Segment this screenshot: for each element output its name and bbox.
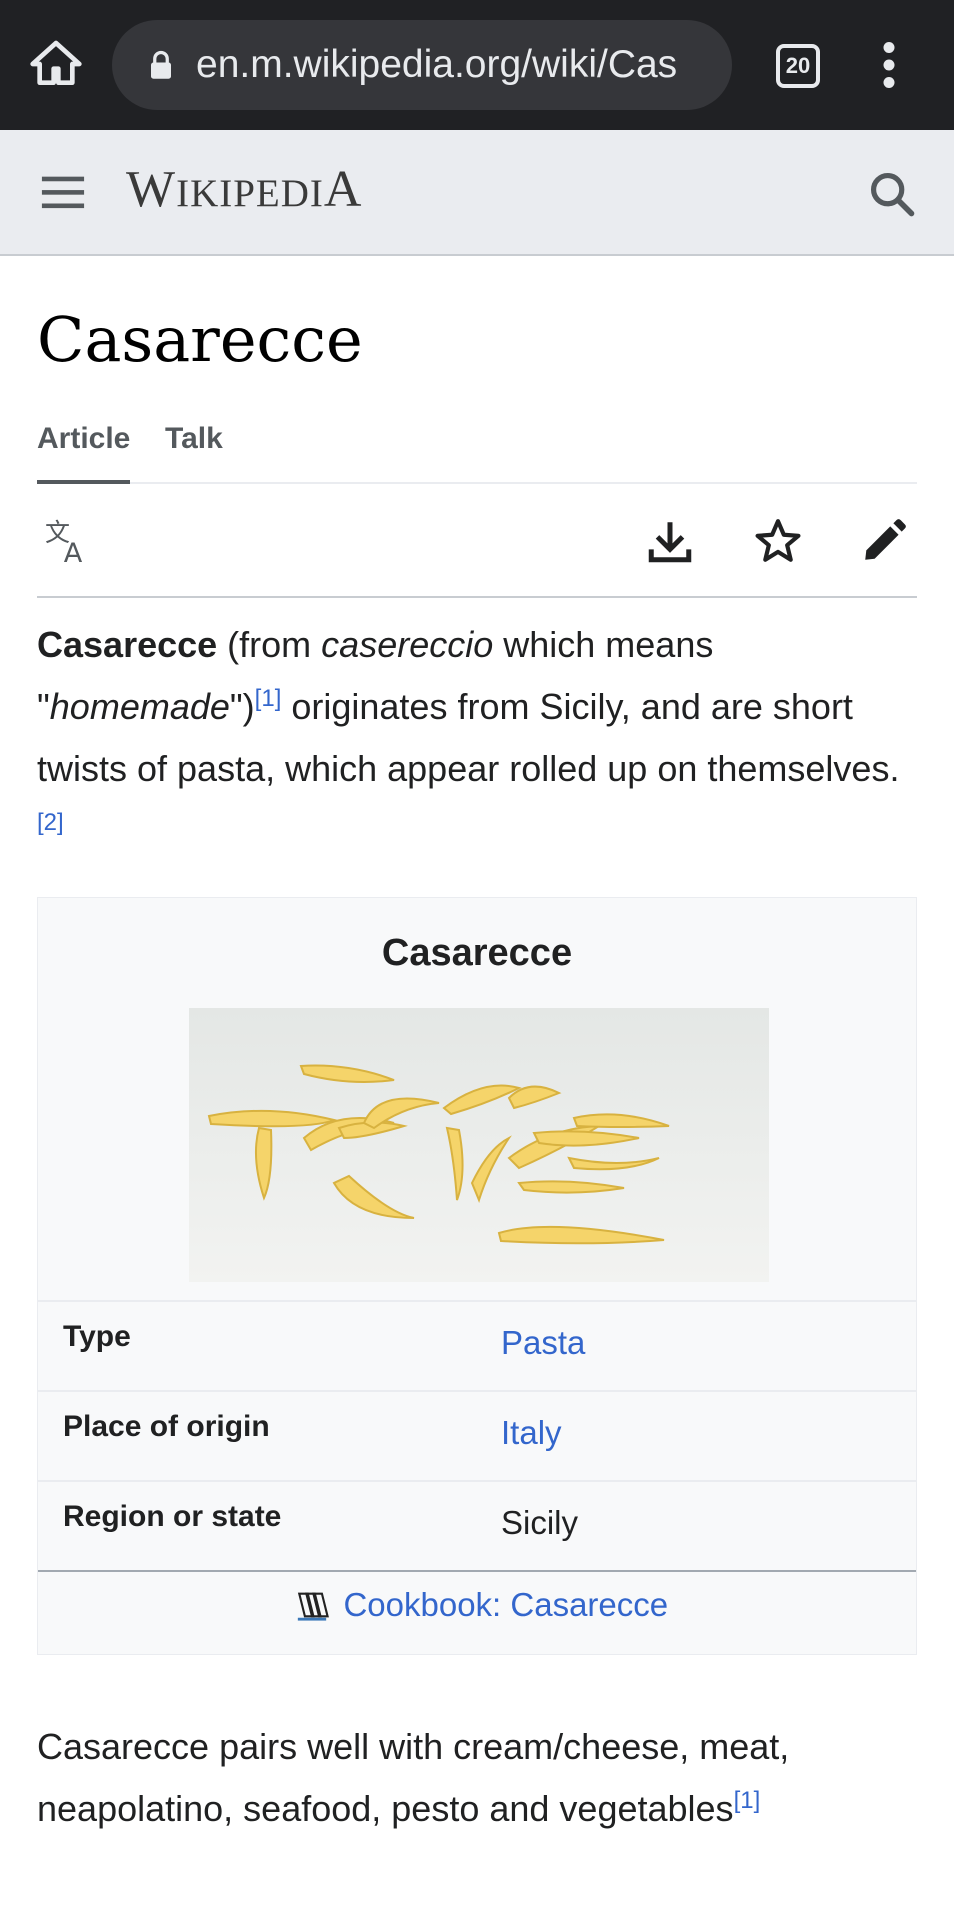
home-icon[interactable] <box>28 36 84 92</box>
address-bar[interactable]: en.m.wikipedia.org/wiki/Cas <box>112 20 732 110</box>
download-icon[interactable] <box>645 516 695 566</box>
paragraph-text: Casarecce pairs well with cream/cheese, … <box>37 1726 790 1829</box>
browser-toolbar: en.m.wikipedia.org/wiki/Cas 20 <box>0 0 954 130</box>
hamburger-icon[interactable] <box>40 172 86 212</box>
wikipedia-wordmark[interactable]: WIKIPEDIA <box>126 160 362 220</box>
casarecce-pasta-image[interactable] <box>189 1008 769 1282</box>
infobox-value: Sicily <box>501 1504 579 1541</box>
tab-switcher-button[interactable]: 20 <box>776 44 820 88</box>
infobox: Casarecce Type Pasta Place of origin Ita… <box>37 897 917 1655</box>
infobox-title: Casarecce <box>381 932 573 974</box>
site-header: WIKIPEDIA <box>0 130 954 256</box>
more-vert-icon[interactable] <box>874 40 904 90</box>
intro-bold-term: Casarecce <box>37 624 218 665</box>
infobox-footer: Cookbook: Casarecce <box>38 1570 916 1656</box>
wordmark-middle: IKIPEDI <box>176 172 324 215</box>
cookbook-icon <box>297 1592 329 1621</box>
infobox-row-type: Type Pasta <box>38 1300 916 1392</box>
infobox-value-link[interactable]: Italy <box>501 1414 562 1452</box>
infobox-label: Type <box>63 1320 131 1353</box>
page-tabs: Article Talk <box>37 408 917 484</box>
url-text: en.m.wikipedia.org/wiki/Cas <box>196 43 678 86</box>
infobox-value-link[interactable]: Pasta <box>501 1324 585 1362</box>
intro-text: ") <box>229 686 255 727</box>
svg-text:A: A <box>64 538 83 566</box>
search-icon[interactable] <box>866 168 918 220</box>
infobox-row-origin: Place of origin Italy <box>38 1390 916 1482</box>
cookbook-link[interactable]: Cookbook: Casarecce <box>343 1586 668 1623</box>
page-actions: 文 A <box>37 484 917 598</box>
edit-icon[interactable] <box>859 516 909 566</box>
page-title: Casarecce <box>37 303 363 376</box>
star-icon[interactable] <box>753 516 803 566</box>
infobox-label: Place of origin <box>63 1410 270 1443</box>
intro-italic-term: casereccio <box>321 624 494 665</box>
tab-article[interactable]: Article <box>37 422 131 484</box>
reference-link-1[interactable]: [1] <box>734 1787 761 1814</box>
infobox-row-region: Region or state Sicily <box>38 1480 916 1572</box>
tab-talk[interactable]: Talk <box>165 422 223 456</box>
translate-icon[interactable]: 文 A <box>45 516 95 566</box>
wordmark-final: A <box>323 161 363 218</box>
intro-paragraph: Casarecce (from casereccio which means "… <box>37 614 917 862</box>
wordmark-initial: W <box>126 161 177 218</box>
lock-icon <box>151 50 171 79</box>
cookbook-link-wrapper[interactable]: Cookbook: Casarecce <box>295 1586 668 1630</box>
intro-text: (from <box>217 624 322 665</box>
reference-link-1[interactable]: [1] <box>255 685 282 712</box>
intro-italic-term: homemade <box>49 686 230 727</box>
second-paragraph: Casarecce pairs well with cream/cheese, … <box>37 1716 917 1840</box>
reference-link-2[interactable]: [2] <box>37 809 64 836</box>
infobox-label: Region or state <box>63 1500 282 1533</box>
